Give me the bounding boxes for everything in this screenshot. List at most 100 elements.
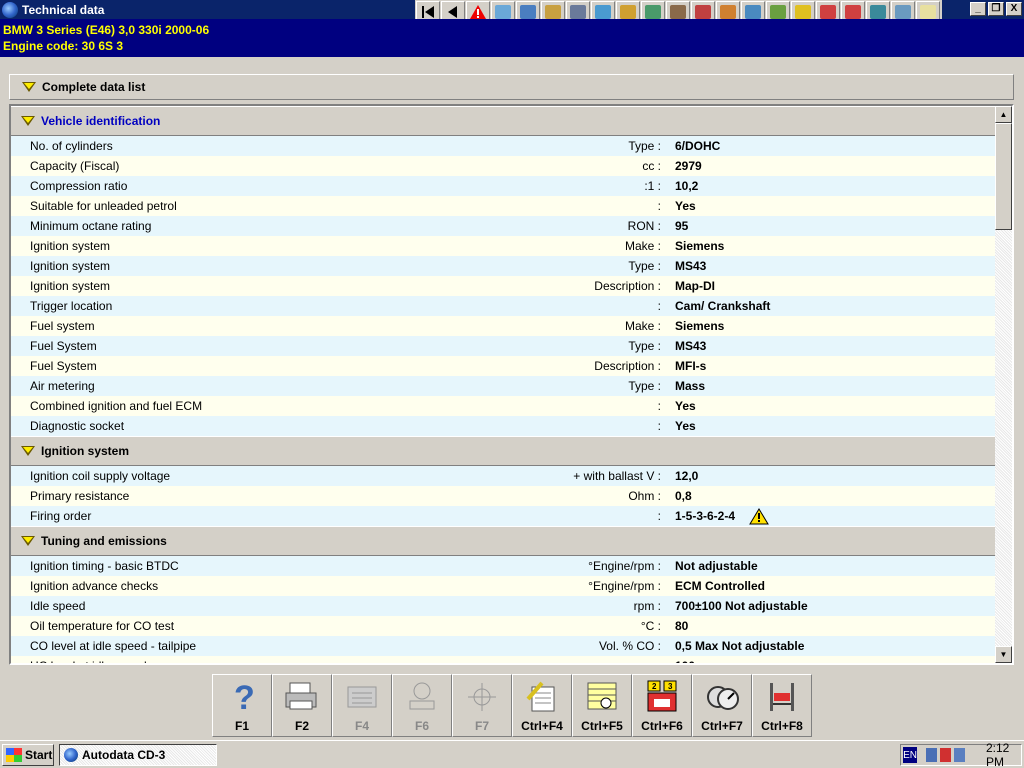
glossary-icon xyxy=(404,679,440,715)
network-icon[interactable] xyxy=(926,748,938,762)
row-value: MS43 xyxy=(675,259,707,273)
row-value-cell: 95 xyxy=(663,219,688,233)
svg-text:2: 2 xyxy=(652,682,657,691)
document-icon xyxy=(344,679,380,715)
row-unit: Ohm : xyxy=(628,489,661,503)
taskbar: Start Autodata CD-3 EN 2:12 PM xyxy=(0,740,1024,768)
data-row: Firing order:1-5-3-6-2-4 xyxy=(11,506,995,526)
function-key-f2[interactable]: F2 xyxy=(272,674,332,737)
collapse-arrow-icon xyxy=(21,116,35,126)
data-row: CO level at idle speed - tailpipe Vol. % … xyxy=(11,636,995,656)
function-key-f6: F6 xyxy=(392,674,452,737)
row-value: MFI-s xyxy=(675,359,707,373)
data-row: Ignition coil supply voltage + with balla… xyxy=(11,466,995,486)
autodata-icon xyxy=(64,747,78,762)
function-key-label: Ctrl+F6 xyxy=(641,719,683,733)
section-title: Ignition system xyxy=(41,444,130,458)
close-button[interactable]: X xyxy=(1006,2,1022,16)
row-unit: : xyxy=(657,509,661,523)
row-value-cell: 12,0 xyxy=(663,469,698,483)
row-unit: Description : xyxy=(594,279,661,293)
engine-code: Engine code: 30 6S 3 xyxy=(3,39,124,53)
row-value: 80 xyxy=(675,619,689,633)
row-unit: Description : xyxy=(594,359,661,373)
svg-text:3: 3 xyxy=(668,682,673,691)
data-row: HC level at idle speedppm : 100 xyxy=(11,656,995,663)
section-title: Vehicle identification xyxy=(41,114,161,128)
table-pointer-icon xyxy=(584,679,620,715)
row-unit: Type : xyxy=(628,259,661,273)
data-list: Vehicle identification No. of cylinders Ty… xyxy=(9,104,1014,665)
row-value-cell: MS43 xyxy=(663,339,706,353)
scroll-down-button[interactable]: ▼ xyxy=(995,646,1012,663)
notepad-pencil-icon xyxy=(524,679,560,715)
row-unit: ppm : xyxy=(531,659,663,663)
collapse-arrow-icon xyxy=(21,446,35,456)
function-key-ctrl-f5[interactable]: Ctrl+F5 xyxy=(572,674,632,737)
data-list-body: Vehicle identification No. of cylinders Ty… xyxy=(11,106,995,663)
vertical-scrollbar[interactable]: ▲ ▼ xyxy=(995,106,1012,663)
data-row: Fuel System Type : MS43 xyxy=(11,336,995,356)
data-row: Trigger location: Cam/ Crankshaft xyxy=(11,296,995,316)
row-unit: Type : xyxy=(628,139,661,153)
function-key-label: Ctrl+F7 xyxy=(701,719,743,733)
printer-icon xyxy=(284,679,320,715)
row-unit: °C : xyxy=(640,619,661,633)
function-key-ctrl-f8[interactable]: Ctrl+F8 xyxy=(752,674,812,737)
warning-icon[interactable] xyxy=(749,507,769,525)
function-key-f1[interactable]: ? F1 xyxy=(212,674,272,737)
section-header[interactable]: Vehicle identification xyxy=(11,106,995,136)
crosshair-icon xyxy=(464,679,500,715)
function-key-ctrl-f7[interactable]: Ctrl+F7 xyxy=(692,674,752,737)
row-value: Yes xyxy=(675,199,696,213)
start-button[interactable]: Start xyxy=(2,743,54,766)
svg-text:?: ? xyxy=(234,679,255,715)
row-value-cell: 80 xyxy=(663,619,688,633)
collapse-arrow-icon xyxy=(21,536,35,546)
display-icon[interactable] xyxy=(954,748,965,762)
row-value: Siemens xyxy=(675,239,725,253)
row-label: CO level at idle speed - tailpipe xyxy=(30,639,197,653)
row-label: Fuel System xyxy=(30,339,97,353)
row-value: 100 xyxy=(675,659,695,663)
function-key-ctrl-f4[interactable]: Ctrl+F4 xyxy=(512,674,572,737)
row-label: Fuel system xyxy=(30,319,95,333)
row-value: 12,0 xyxy=(675,469,699,483)
restore-button[interactable]: ❐ xyxy=(988,2,1004,16)
row-unit: RON : xyxy=(627,219,661,233)
window-controls: _ ❐ X xyxy=(968,2,1022,16)
row-value: 0,5 Max Not adjustable xyxy=(675,639,805,653)
row-value-cell: MFI-s xyxy=(663,359,706,373)
row-unit: cc : xyxy=(642,159,661,173)
row-value: Yes xyxy=(675,399,696,413)
row-label: Idle speed xyxy=(30,599,86,613)
data-row: Oil temperature for CO test °C : 80 xyxy=(11,616,995,636)
row-value-cell: 2979 xyxy=(663,159,702,173)
scroll-thumb[interactable] xyxy=(995,123,1012,230)
vehicle-model: BMW 3 Series (E46) 3,0 330i 2000-06 xyxy=(3,23,210,37)
data-row: Diagnostic socket: Yes xyxy=(11,416,995,436)
data-row: Ignition system Make : Siemens xyxy=(11,236,995,256)
row-value-cell: Not adjustable xyxy=(663,559,758,573)
row-label: Ignition advance checks xyxy=(30,579,159,593)
row-value: Map-DI xyxy=(675,279,715,293)
row-label: Fuel System xyxy=(30,359,97,373)
function-key-label: Ctrl+F4 xyxy=(521,719,563,733)
row-label: Ignition coil supply voltage xyxy=(30,469,171,483)
taskbar-item-autodata[interactable]: Autodata CD-3 xyxy=(59,743,217,766)
data-row: Fuel System Description : MFI-s xyxy=(11,356,995,376)
row-unit: Type : xyxy=(628,379,661,393)
row-value-cell: Mass xyxy=(663,379,705,393)
app-icon xyxy=(2,1,18,18)
row-value-cell: 1-5-3-6-2-4 xyxy=(663,507,769,525)
complete-data-list-header[interactable]: Complete data list xyxy=(9,74,1014,100)
data-row: Ignition timing - basic BTDC °Engine/rpm … xyxy=(11,556,995,576)
scroll-up-button[interactable]: ▲ xyxy=(995,106,1012,123)
data-row: Ignition system Type : MS43 xyxy=(11,256,995,276)
minimize-button[interactable]: _ xyxy=(970,2,986,16)
function-key-ctrl-f6[interactable]: 2 3 Ctrl+F6 xyxy=(632,674,692,737)
security-icon[interactable] xyxy=(940,748,952,762)
section-header[interactable]: Tuning and emissions xyxy=(11,526,995,556)
language-indicator[interactable]: EN xyxy=(903,747,918,763)
section-header[interactable]: Ignition system xyxy=(11,436,995,466)
